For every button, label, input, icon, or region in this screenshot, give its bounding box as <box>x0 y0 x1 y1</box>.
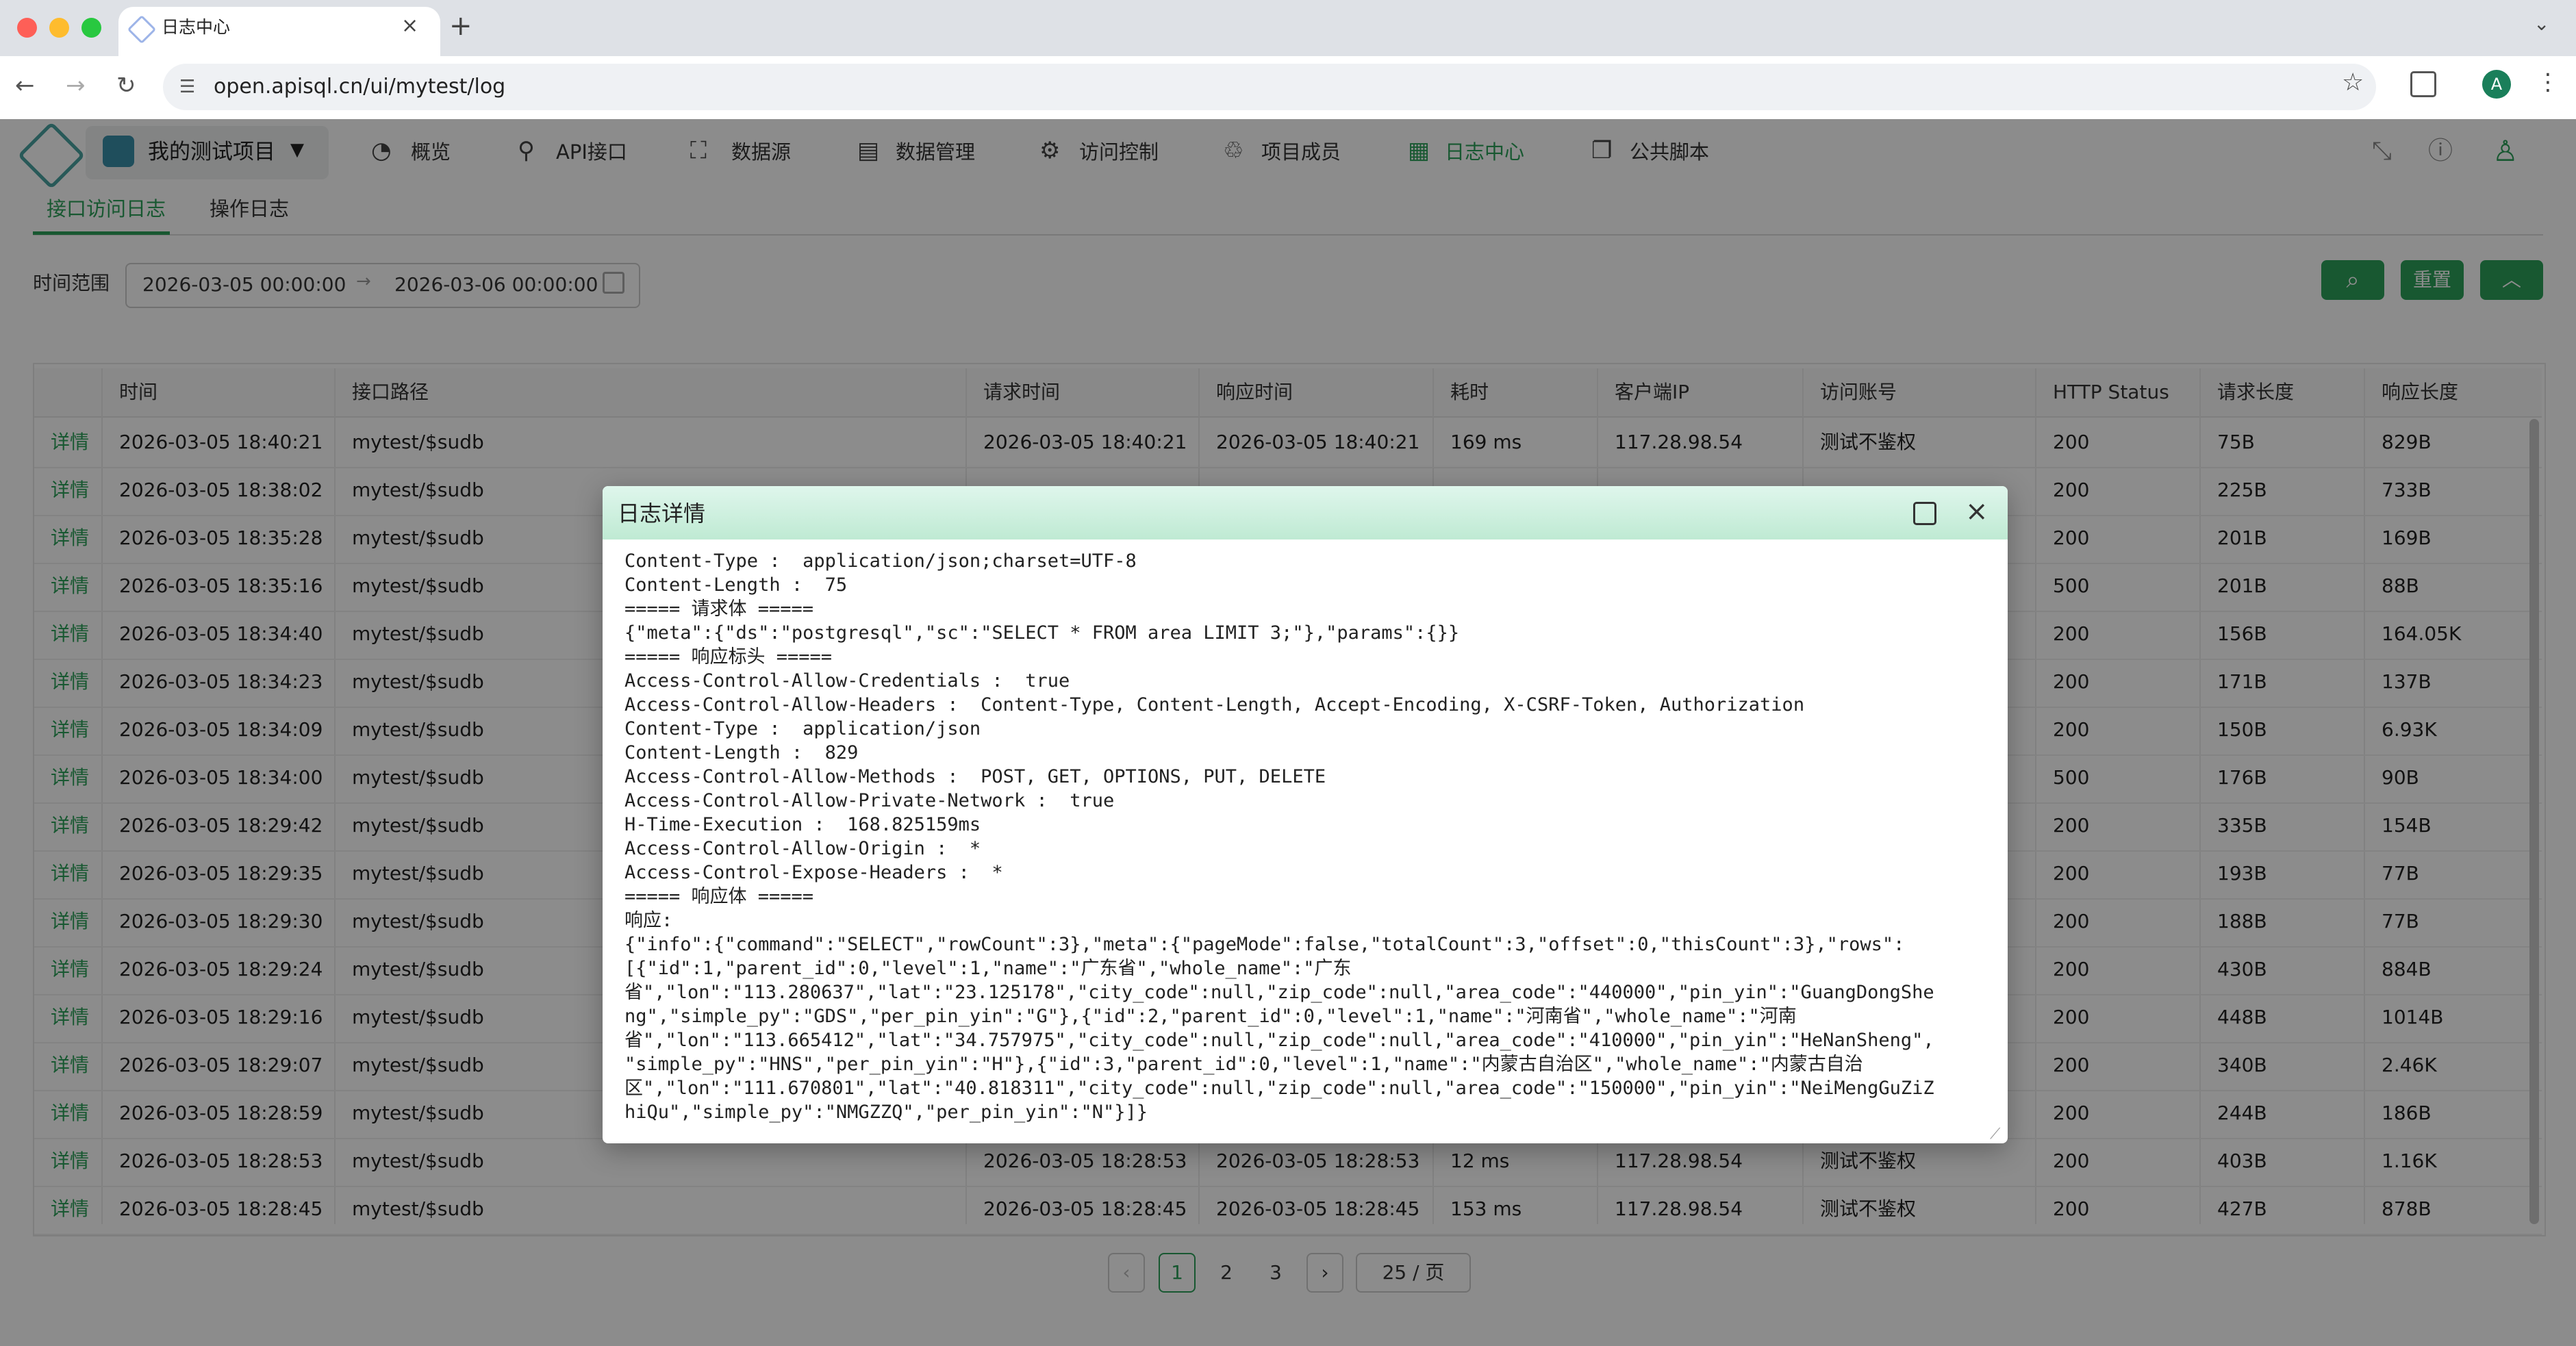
log-detail-content[interactable]: Content-Type : application/json;charset=… <box>624 549 1994 1131</box>
log-line: ===== 响应体 ===== <box>624 886 814 907</box>
log-line: 省","lon":"113.280637","lat":"23.125178",… <box>624 982 1934 1003</box>
log-line: Access-Control-Allow-Methods : POST, GET… <box>624 766 1326 787</box>
maximize-icon[interactable] <box>1913 502 1936 525</box>
log-line: H-Time-Execution : 168.825159ms <box>624 814 981 835</box>
url-text[interactable]: open.apisql.cn/ui/mytest/log <box>214 73 505 101</box>
close-icon[interactable]: × <box>1965 494 1988 529</box>
browser-tab-title: 日志中心 <box>162 17 231 37</box>
log-line: Access-Control-Allow-Private-Network : t… <box>624 790 1115 811</box>
reload-icon[interactable]: ↻ <box>116 68 136 103</box>
extensions-icon[interactable] <box>2410 71 2436 97</box>
window-minimize-button[interactable] <box>49 18 69 38</box>
tab-list-chevron-icon[interactable]: ⌄ <box>2534 12 2549 35</box>
log-line: {"meta":{"ds":"postgresql","sc":"SELECT … <box>624 622 1460 644</box>
log-line: Access-Control-Allow-Origin : * <box>624 838 981 859</box>
window-close-button[interactable] <box>17 18 37 38</box>
bookmark-star-icon[interactable]: ☆ <box>2342 68 2364 97</box>
log-line: ===== 响应标头 ===== <box>624 646 833 668</box>
modal-header <box>603 486 2008 539</box>
back-arrow-icon[interactable]: ← <box>15 68 35 103</box>
log-line: Access-Control-Allow-Headers : Content-T… <box>624 694 1805 715</box>
log-line: ng","simple_py":"GDS","per_pin_yin":"G"}… <box>624 1006 1797 1027</box>
log-line: hiQu","simple_py":"NMGZZQ","per_pin_yin"… <box>624 1102 1148 1123</box>
log-line: Content-Length : 829 <box>624 742 859 763</box>
browser-menu-icon[interactable]: ⋮ <box>2536 68 2560 96</box>
log-line: "simple_py":"HNS","per_pin_yin":"H"},{"i… <box>624 1054 1863 1075</box>
tab-close-icon[interactable]: × <box>401 12 418 40</box>
log-line: Access-Control-Allow-Credentials : true <box>624 670 1070 691</box>
site-info-icon[interactable]: ☰ <box>179 77 195 97</box>
log-line: Content-Type : application/json <box>624 718 981 739</box>
log-line: {"info":{"command":"SELECT","rowCount":3… <box>624 934 1905 955</box>
profile-avatar[interactable]: A <box>2482 70 2511 99</box>
forward-arrow-icon[interactable]: → <box>66 68 86 103</box>
log-line: 区","lon":"111.670801","lat":"40.818311",… <box>624 1078 1934 1099</box>
log-line: Content-Length : 75 <box>624 574 848 596</box>
modal-title: 日志详情 <box>618 500 706 526</box>
window-maximize-button[interactable] <box>81 18 101 38</box>
log-line: 省","lon":"113.665412","lat":"34.757975",… <box>624 1030 1934 1051</box>
new-tab-icon[interactable]: + <box>449 11 472 41</box>
log-line: ===== 请求体 ===== <box>624 598 814 620</box>
log-line: [{"id":1,"parent_id":0,"level":1,"name":… <box>624 958 1352 979</box>
log-line: Access-Control-Expose-Headers : * <box>624 862 1003 883</box>
resize-handle-icon[interactable]: ⟋ <box>1990 1126 2000 1143</box>
log-line: Content-Type : application/json;charset=… <box>624 550 1137 572</box>
log-line: 响应: <box>624 910 673 931</box>
